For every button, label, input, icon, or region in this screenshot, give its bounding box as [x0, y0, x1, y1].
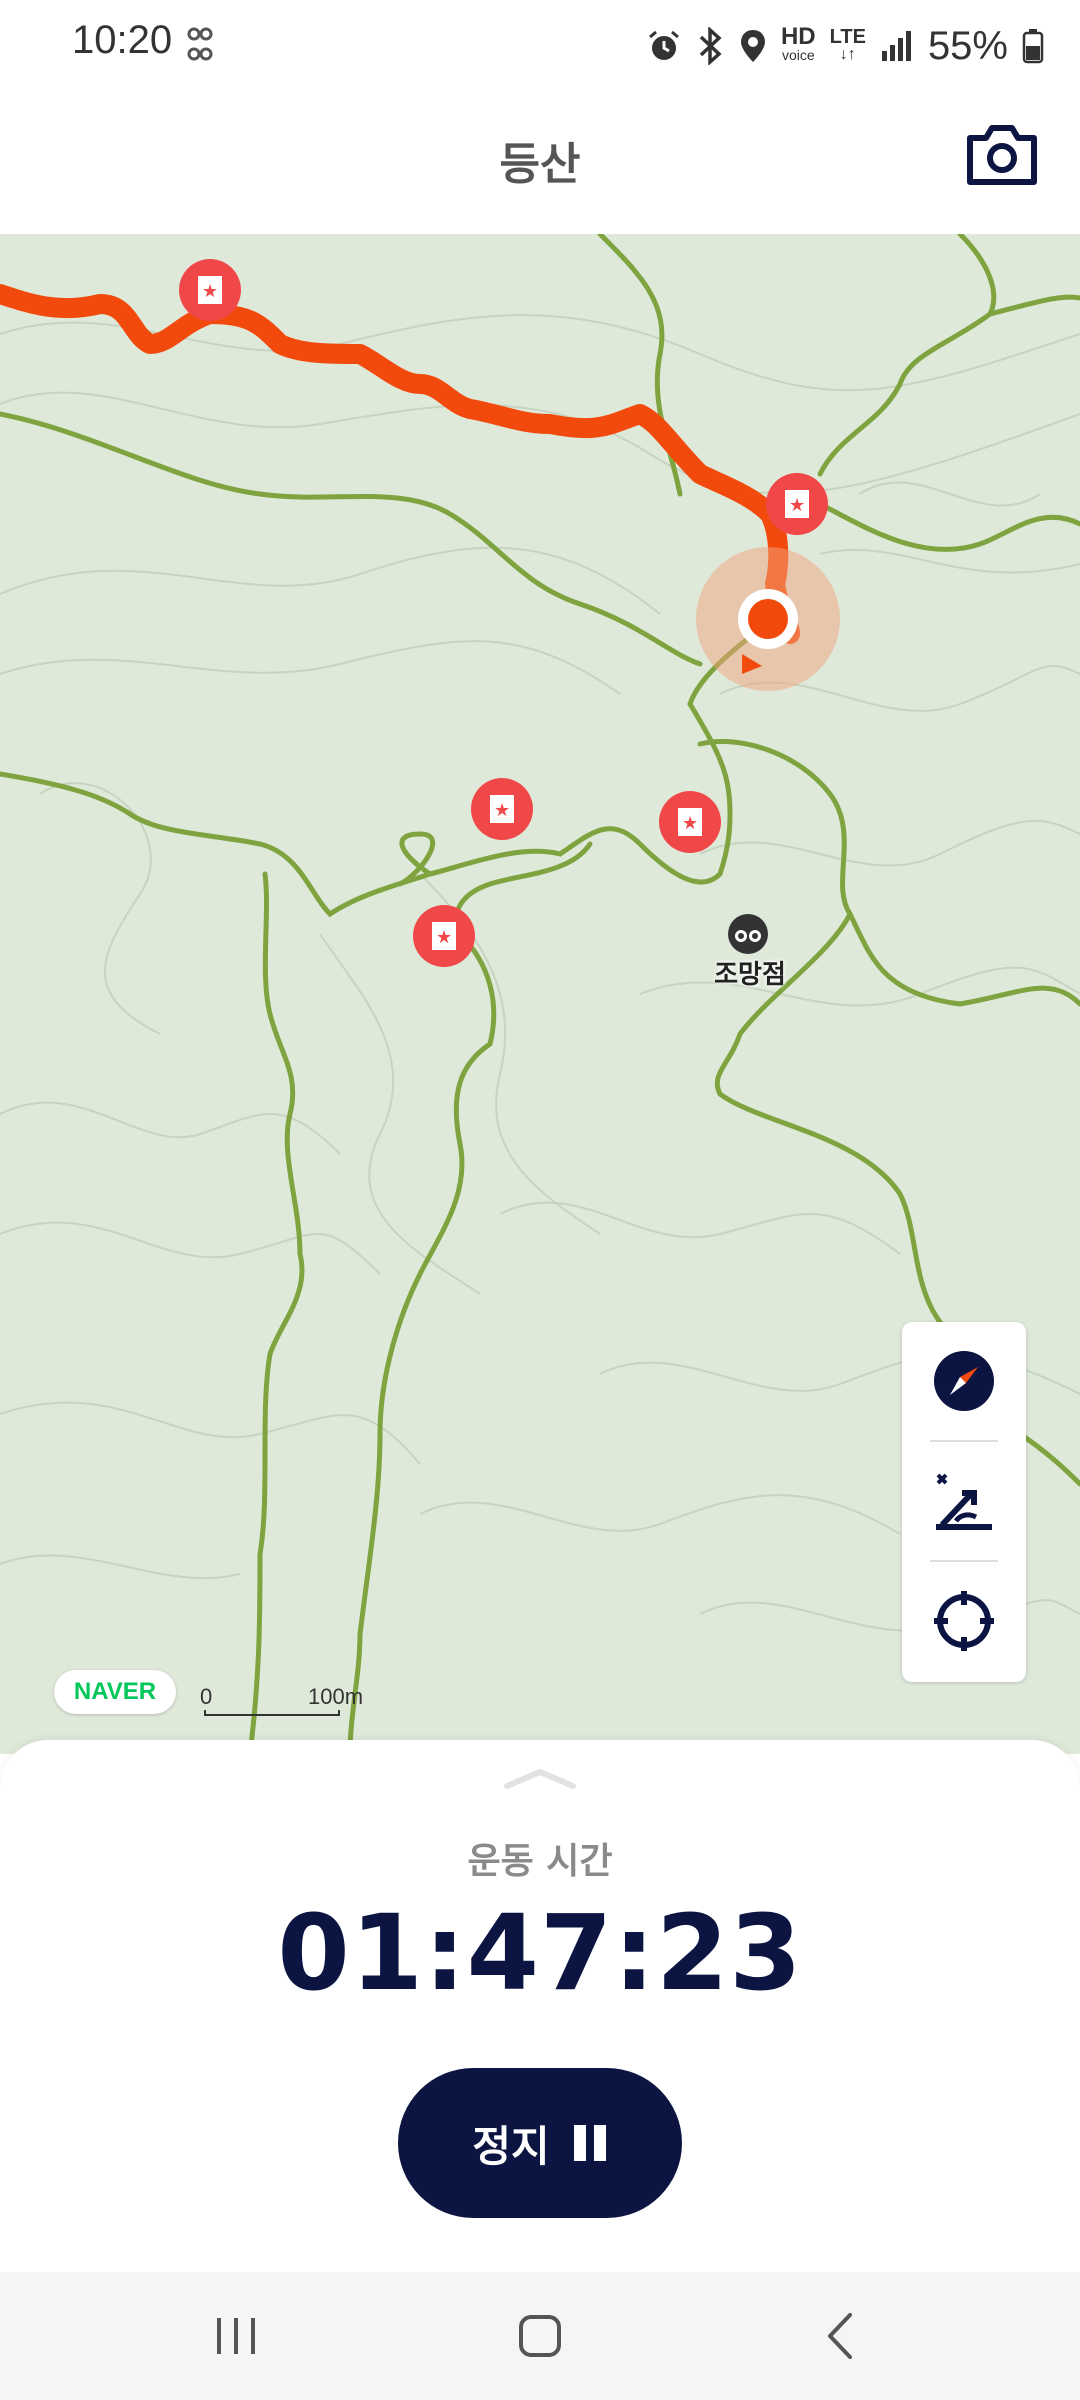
checkpoint-marker[interactable]: ★ [659, 791, 721, 853]
naver-logo[interactable]: NAVER [54, 1670, 176, 1714]
mobile-data-icon [187, 27, 213, 61]
signal-icon [881, 31, 911, 61]
checkpoint-marker[interactable]: ★ [413, 905, 475, 967]
scale-line [204, 1710, 340, 1716]
status-icons: HD voice LTE ↓↑ 55% [647, 16, 1044, 76]
chevron-up-icon[interactable] [503, 1766, 577, 1790]
viewpoint-label[interactable]: 조망점 [700, 954, 800, 991]
svg-text:★: ★ [436, 927, 452, 948]
checkpoint-marker[interactable]: ★ [179, 259, 241, 321]
back-icon [828, 2313, 852, 2359]
binoculars-icon [728, 914, 768, 954]
checkpoint-marker[interactable]: ★ [471, 778, 533, 840]
camera-icon[interactable] [966, 122, 1038, 188]
alarm-icon [649, 30, 679, 60]
hd-voice-bottom: voice [781, 47, 815, 63]
scale-start: 0 [200, 1684, 213, 1709]
hiking-map[interactable]: ★ ★ ★ ★ ★ 조망점 NAVER 0 100m [0, 234, 1080, 1754]
current-location-dot [748, 599, 788, 639]
hd-voice-indicator: HD voice [780, 23, 816, 64]
workout-panel: 운동 시간 01:47:23 정지 [0, 1740, 1080, 2272]
locate-icon [934, 1591, 994, 1651]
battery-percent: 55% [927, 23, 1008, 68]
map-controls [902, 1322, 1026, 1682]
checkpoint-marker[interactable]: ★ [766, 473, 828, 535]
locate-button[interactable] [902, 1562, 1026, 1680]
elevation-button[interactable] [902, 1442, 1026, 1560]
battery-icon [1022, 29, 1044, 64]
stop-button[interactable]: 정지 [398, 2068, 682, 2218]
svg-text:★: ★ [682, 813, 698, 834]
app-header: 등산 [0, 92, 1080, 234]
scale-distance: 100m [308, 1684, 364, 1709]
recent-apps-icon [217, 2318, 255, 2354]
elevation-icon [936, 1473, 992, 1530]
location-icon [740, 30, 765, 62]
network-type: LTE [829, 26, 866, 48]
bluetooth-icon [699, 27, 722, 65]
lte-indicator: LTE ↓↑ [829, 26, 866, 64]
recent-apps-button[interactable] [196, 2304, 276, 2368]
stop-label: 정지 [472, 2121, 550, 2171]
scale-bar: 0 100m [200, 1684, 363, 1716]
status-time: 10:20 [72, 18, 173, 62]
home-button[interactable] [500, 2304, 580, 2368]
pause-icon [573, 2125, 606, 2161]
page-title: 등산 [499, 139, 581, 190]
data-activity-icon: ↓↑ [839, 46, 856, 63]
system-nav-bar [0, 2272, 1080, 2400]
svg-text:★: ★ [202, 281, 218, 302]
exercise-time-label: 운동 시간 [467, 1841, 613, 1882]
exercise-time-value: 01:47:23 [277, 1892, 803, 2014]
svg-text:★: ★ [789, 495, 805, 516]
home-icon [519, 2315, 561, 2357]
status-bar: 10:20 HD voice LTE ↓↑ 55% [0, 0, 1080, 92]
compass-button[interactable] [902, 1322, 1026, 1440]
back-button[interactable] [800, 2304, 880, 2368]
compass-icon [934, 1351, 994, 1411]
svg-text:★: ★ [494, 800, 510, 821]
hd-voice-top: HD [780, 23, 816, 50]
